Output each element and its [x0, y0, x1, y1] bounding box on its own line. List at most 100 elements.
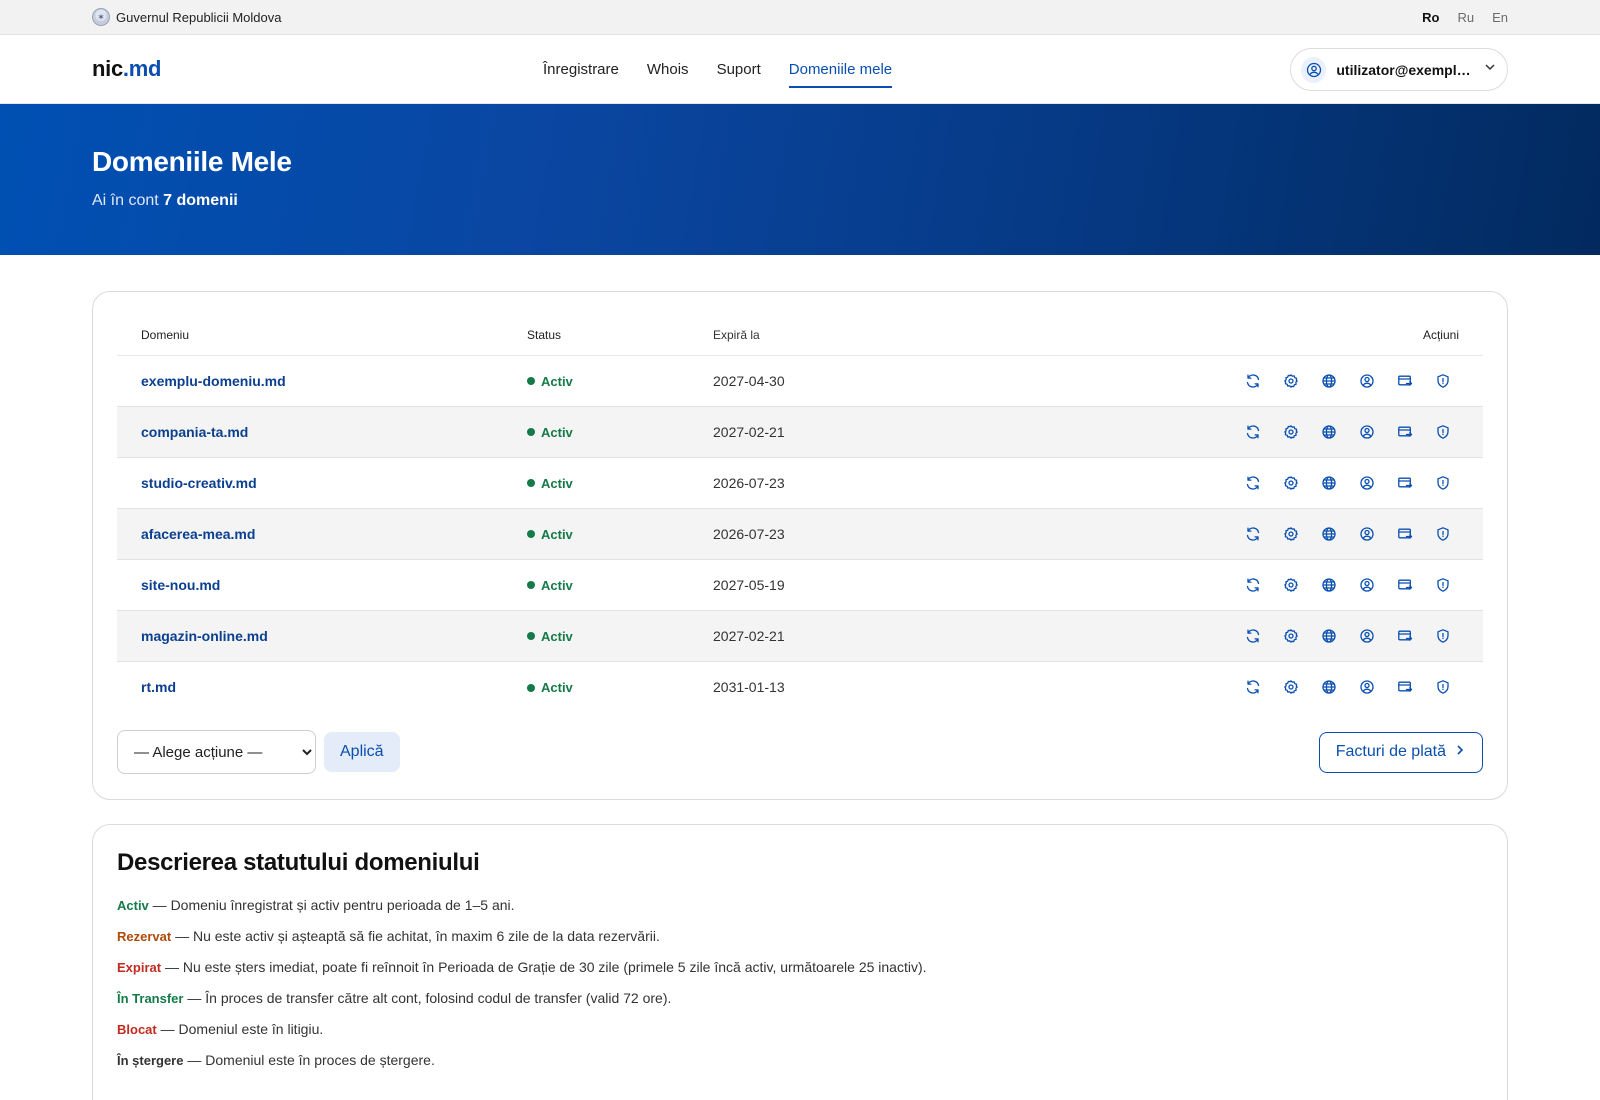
- apply-button[interactable]: Aplică: [324, 732, 400, 772]
- domain-link[interactable]: exemplu-domeniu.md: [141, 373, 286, 389]
- transfer-icon[interactable]: [1395, 473, 1415, 493]
- invoices-button[interactable]: Facturi de plată: [1318, 731, 1483, 773]
- table-header-row: Domeniu Status Expiră la Acțiuni: [117, 316, 1483, 356]
- status-description-list: Activ — Domeniu înregistrat și activ pen…: [117, 895, 1483, 1081]
- transfer-icon[interactable]: [1395, 371, 1415, 391]
- bulk-action-select[interactable]: — Alege acțiune —: [117, 730, 316, 774]
- contact-icon[interactable]: [1357, 473, 1377, 493]
- renew-icon[interactable]: [1243, 371, 1263, 391]
- status-label: Activ: [541, 424, 573, 440]
- dns-globe-icon[interactable]: [1319, 422, 1339, 442]
- status-key: Blocat: [117, 1022, 157, 1037]
- contact-icon[interactable]: [1357, 575, 1377, 595]
- domain-link[interactable]: site-nou.md: [141, 577, 220, 593]
- renew-icon[interactable]: [1243, 422, 1263, 442]
- transfer-icon[interactable]: [1395, 524, 1415, 544]
- renew-icon[interactable]: [1243, 473, 1263, 493]
- dns-globe-icon[interactable]: [1319, 473, 1339, 493]
- transfer-icon[interactable]: [1395, 422, 1415, 442]
- settings-icon[interactable]: [1281, 473, 1301, 493]
- status-cell: Activ: [527, 661, 713, 712]
- status-label: Activ: [541, 475, 573, 491]
- security-shield-icon[interactable]: [1433, 677, 1453, 697]
- settings-icon[interactable]: [1281, 524, 1301, 544]
- status-key: Rezervat: [117, 929, 172, 944]
- security-shield-icon[interactable]: [1433, 473, 1453, 493]
- nav-suport[interactable]: Suport: [717, 35, 761, 104]
- domain-link[interactable]: magazin-online.md: [141, 628, 268, 644]
- settings-icon[interactable]: [1281, 422, 1301, 442]
- security-shield-icon[interactable]: [1433, 575, 1453, 595]
- renew-icon[interactable]: [1243, 524, 1263, 544]
- domain-link[interactable]: studio-creativ.md: [141, 475, 257, 491]
- language-en[interactable]: En: [1492, 10, 1508, 25]
- domain-cell: afacerea-mea.md: [117, 508, 527, 560]
- row-actions: [1013, 677, 1483, 697]
- status-dot-icon: [527, 632, 535, 641]
- domain-link[interactable]: compania-ta.md: [141, 424, 248, 440]
- renew-icon[interactable]: [1243, 677, 1263, 697]
- settings-icon[interactable]: [1281, 677, 1301, 697]
- status-description-item: Activ — Domeniu înregistrat și activ pen…: [117, 895, 1483, 926]
- transfer-icon[interactable]: [1395, 677, 1415, 697]
- status-description-item: În Transfer — În proces de transfer cătr…: [117, 988, 1483, 1019]
- transfer-icon[interactable]: [1395, 575, 1415, 595]
- domain-link[interactable]: rt.md: [141, 679, 176, 695]
- row-actions: [1013, 626, 1483, 646]
- settings-icon[interactable]: [1281, 626, 1301, 646]
- dns-globe-icon[interactable]: [1319, 371, 1339, 391]
- status-dot-icon: [527, 581, 535, 590]
- dns-globe-icon[interactable]: [1319, 677, 1339, 697]
- security-shield-icon[interactable]: [1433, 626, 1453, 646]
- status-badge: Activ: [527, 578, 573, 593]
- table-row: compania-ta.md Activ 2027-02-21: [117, 406, 1483, 458]
- dns-globe-icon[interactable]: [1319, 626, 1339, 646]
- renew-icon[interactable]: [1243, 575, 1263, 595]
- dns-globe-icon[interactable]: [1319, 575, 1339, 595]
- status-label: Activ: [541, 577, 573, 593]
- status-description-item: Rezervat — Nu este activ și așteaptă să …: [117, 926, 1483, 957]
- government-bar: ✶ Guvernul Republicii Moldova Ro Ru En: [0, 0, 1600, 35]
- actions-cell: [1013, 559, 1483, 611]
- settings-icon[interactable]: [1281, 371, 1301, 391]
- contact-icon[interactable]: [1357, 371, 1377, 391]
- column-status: Status: [527, 316, 713, 356]
- expires-cell: 2027-04-30: [713, 355, 1013, 407]
- nav-domeniile-mele[interactable]: Domeniile mele: [788, 35, 893, 104]
- domain-link[interactable]: afacerea-mea.md: [141, 526, 255, 542]
- expires-cell: 2027-02-21: [713, 406, 1013, 458]
- table-row: rt.md Activ 2031-01-13: [117, 661, 1483, 712]
- status-explanation: — Domeniul este în litigiu.: [156, 1021, 324, 1037]
- contact-icon[interactable]: [1357, 524, 1377, 544]
- language-ru[interactable]: Ru: [1457, 10, 1474, 25]
- contact-icon[interactable]: [1357, 626, 1377, 646]
- user-menu-button[interactable]: utilizator@exemplu...: [1290, 48, 1508, 91]
- contact-icon[interactable]: [1357, 422, 1377, 442]
- renew-icon[interactable]: [1243, 626, 1263, 646]
- domain-cell: studio-creativ.md: [117, 457, 527, 509]
- status-explanation: — În proces de transfer către alt cont, …: [183, 990, 672, 1006]
- dns-globe-icon[interactable]: [1319, 524, 1339, 544]
- chevron-right-icon: [1454, 743, 1466, 761]
- transfer-icon[interactable]: [1395, 626, 1415, 646]
- settings-icon[interactable]: [1281, 575, 1301, 595]
- site-logo[interactable]: nic.md: [92, 56, 161, 82]
- contact-icon[interactable]: [1357, 677, 1377, 697]
- page-hero: Domeniile Mele Ai în cont 7 domenii: [0, 104, 1600, 255]
- status-cell: Activ: [527, 355, 713, 407]
- nav-whois[interactable]: Whois: [647, 35, 689, 104]
- status-description-item: Blocat — Domeniul este în litigiu.: [117, 1019, 1483, 1050]
- status-badge: Activ: [527, 374, 573, 389]
- status-cell: Activ: [527, 508, 713, 560]
- domain-cell: site-nou.md: [117, 559, 527, 611]
- government-brand[interactable]: ✶ Guvernul Republicii Moldova: [92, 8, 281, 26]
- security-shield-icon[interactable]: [1433, 422, 1453, 442]
- status-label: Activ: [541, 680, 573, 695]
- nav-inregistrare[interactable]: Înregistrare: [543, 35, 619, 104]
- security-shield-icon[interactable]: [1433, 371, 1453, 391]
- security-shield-icon[interactable]: [1433, 524, 1453, 544]
- language-ro[interactable]: Ro: [1422, 10, 1439, 25]
- page-subtitle: Ai în cont 7 domenii: [92, 192, 1508, 210]
- table-row: afacerea-mea.md Activ 2026-07-23: [117, 508, 1483, 560]
- table-row: studio-creativ.md Activ 2026-07-23: [117, 457, 1483, 509]
